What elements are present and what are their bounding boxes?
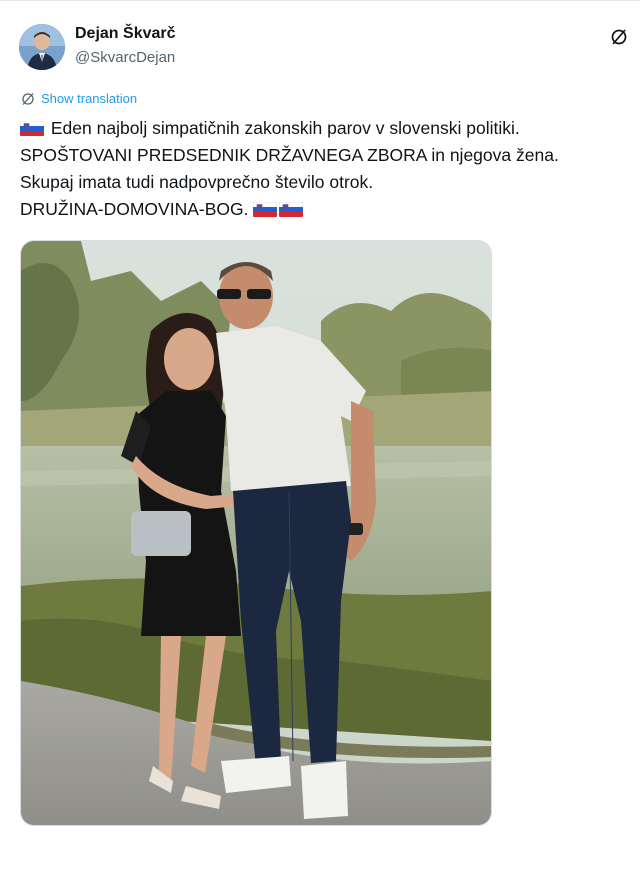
tweet-line-3: Skupaj imata tudi nadpovprečno število o… [20,172,374,192]
tweet-photo[interactable] [20,240,492,826]
tweet-card: Dejan Škvarč @SkvarcDejan Show translati… [0,0,640,877]
tweet-line-1-text: Eden najbolj simpatičnih zakonskih parov… [50,118,520,138]
avatar[interactable] [19,24,65,70]
tweet-line-4: DRUŽINA-DOMOVINA-BOG. [20,196,620,223]
slovenia-flag-icon [279,202,304,217]
slovenia-flag-icon [253,202,278,217]
show-translation-label: Show translation [41,91,138,106]
display-name[interactable]: Dejan Škvarč [75,25,176,43]
tweet-line-1: Eden najbolj simpatičnih zakonskih parov… [20,115,620,142]
globe-icon [22,92,34,105]
tweet-text: Eden najbolj simpatičnih zakonskih parov… [20,115,620,223]
avatar-image [19,24,65,70]
user-handle[interactable]: @SkvarcDejan [75,49,175,66]
show-translation-link[interactable]: Show translation [21,91,137,106]
x-logo-icon[interactable] [609,27,629,47]
photo-couple [21,241,491,825]
slovenia-flag-icon [20,121,44,136]
tweet-line-4-text: DRUŽINA-DOMOVINA-BOG. [20,199,249,219]
tweet-line-2: SPOŠTOVANI PREDSEDNIK DRŽAVNEGA ZBORA in… [20,145,559,165]
